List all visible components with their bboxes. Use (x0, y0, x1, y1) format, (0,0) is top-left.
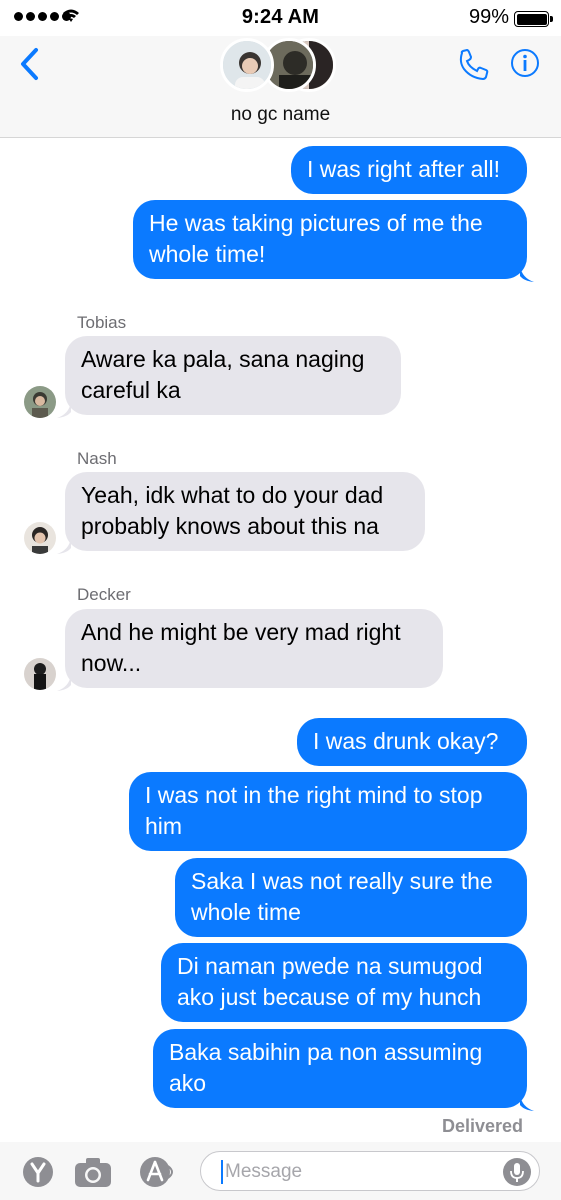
bubble-tail (520, 1095, 534, 1111)
avatar[interactable] (24, 522, 56, 554)
input-bar: Message (0, 1142, 561, 1200)
sender-name: Tobias (77, 313, 127, 332)
chat-name[interactable]: no gc name (0, 104, 561, 126)
avatar[interactable] (24, 386, 56, 418)
mic-icon[interactable] (503, 1158, 531, 1186)
incoming-message[interactable]: Aware ka pala, sana naging careful ka (65, 336, 401, 415)
status-bar: 9:24 AM 99% (0, 0, 561, 36)
message-placeholder: Message (225, 1161, 303, 1182)
text-cursor (221, 1160, 223, 1184)
bubble-tail (57, 675, 71, 691)
outgoing-message[interactable]: I was not in the right mind to stop him (129, 772, 527, 851)
battery-icon (514, 11, 553, 27)
battery-percent: 99% (468, 6, 509, 28)
back-chevron-icon[interactable] (16, 46, 46, 82)
incoming-message[interactable]: And he might be very mad right now... (65, 609, 443, 688)
group-avatars[interactable] (220, 38, 340, 92)
outgoing-message[interactable]: I was right after all! (291, 146, 527, 194)
outgoing-message[interactable]: I was drunk okay? (297, 718, 527, 766)
message-input[interactable]: Message (200, 1151, 540, 1191)
camera-icon[interactable] (74, 1156, 112, 1188)
phone-icon[interactable] (456, 48, 490, 82)
conversation-header: no gc name (0, 36, 561, 138)
outgoing-message[interactable]: Di naman pwede na sumugod ako just becau… (161, 943, 527, 1022)
incoming-message[interactable]: Yeah, idk what to do your dad probably k… (65, 472, 425, 551)
apps-icon[interactable] (138, 1156, 178, 1188)
info-icon[interactable] (510, 48, 540, 78)
outgoing-message[interactable]: Saka I was not really sure the whole tim… (175, 858, 527, 937)
bubble-tail (57, 402, 71, 418)
sender-name: Nash (77, 449, 117, 468)
appstore-y-icon[interactable] (22, 1156, 54, 1188)
outgoing-message[interactable]: Baka sabihin pa non assuming ako (153, 1029, 527, 1108)
bubble-tail (520, 266, 534, 282)
avatar[interactable] (24, 658, 56, 690)
sender-name: Decker (77, 585, 131, 604)
bubble-tail (57, 538, 71, 554)
outgoing-message[interactable]: He was taking pictures of me the whole t… (133, 200, 527, 279)
avatar (220, 38, 274, 92)
delivered-status: Delivered (441, 1116, 523, 1136)
